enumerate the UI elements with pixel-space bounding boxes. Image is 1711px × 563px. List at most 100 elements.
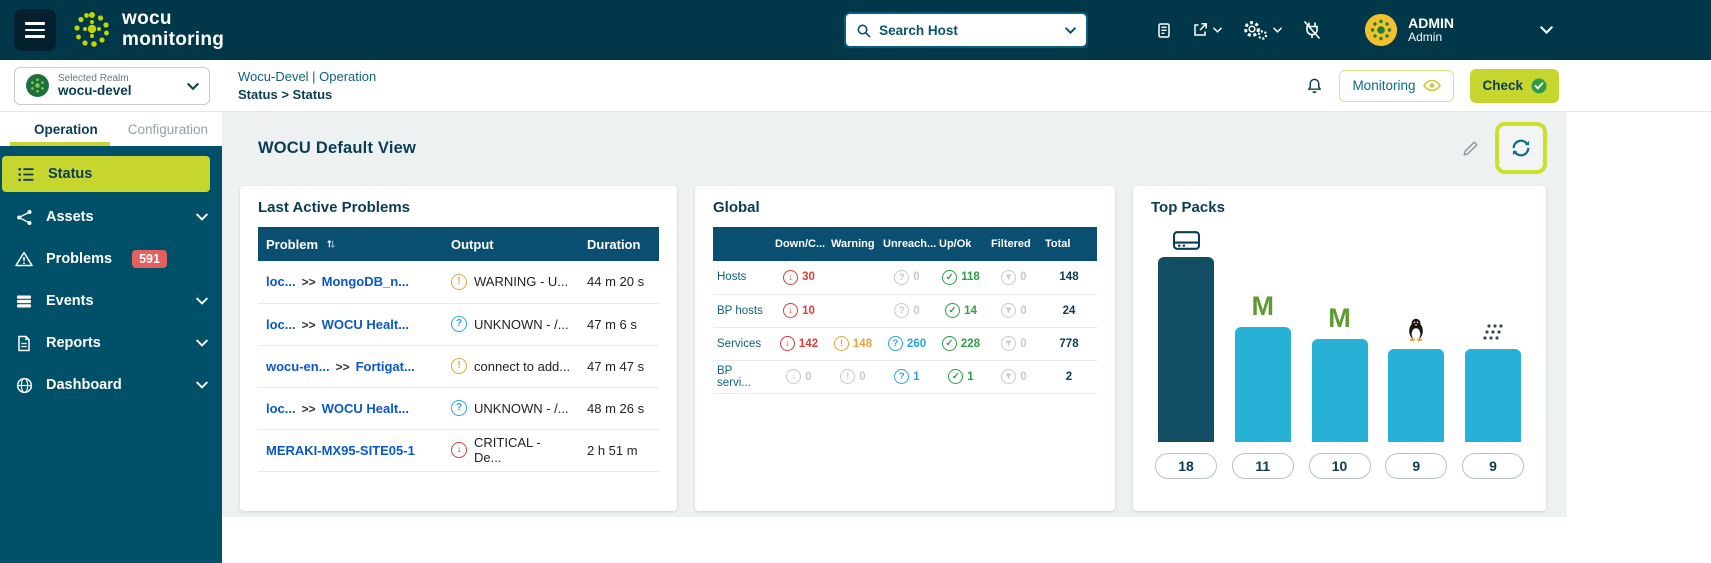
total-value: 778 <box>1041 327 1097 360</box>
down-icon: ↓ <box>783 303 798 318</box>
host-link[interactable]: wocu-en... <box>266 359 330 374</box>
notifications-bell-icon[interactable] <box>1306 77 1323 95</box>
breadcrumb-path: Status > Status <box>238 86 376 104</box>
refresh-icon <box>1510 137 1532 159</box>
sidebar-item-reports[interactable]: Reports <box>0 322 222 364</box>
host-link[interactable]: loc... <box>266 317 296 332</box>
docs-icon[interactable] <box>1156 22 1172 39</box>
pack-column[interactable]: M 10 <box>1311 302 1369 479</box>
column-header-filtered: Filtered <box>987 227 1041 261</box>
chevron-down-icon <box>1213 27 1222 33</box>
wocu-logo-icon <box>72 10 112 50</box>
sort-icon <box>326 238 336 250</box>
pack-bar[interactable] <box>1388 349 1444 442</box>
pack-bar[interactable] <box>1465 349 1521 442</box>
search-icon <box>856 23 871 38</box>
pack-column[interactable]: 9 <box>1464 312 1522 479</box>
host-link[interactable]: loc... <box>266 401 296 416</box>
pack-count-pill[interactable]: 11 <box>1232 453 1294 479</box>
warning-triangle-icon <box>14 251 34 267</box>
check-circle-icon <box>1531 78 1547 94</box>
filter-icon <box>1001 369 1016 384</box>
critical-status-icon: ↓ <box>451 442 467 458</box>
eye-icon <box>1423 79 1441 92</box>
unknown-icon: ? <box>888 336 903 351</box>
chevron-down-icon <box>196 293 208 309</box>
pack-bar[interactable] <box>1312 339 1368 442</box>
sidebar-item-label: Events <box>46 293 94 309</box>
check-button-label: Check <box>1482 78 1523 93</box>
pack-count-pill[interactable]: 18 <box>1155 453 1217 479</box>
pack-column[interactable]: M 11 <box>1234 290 1292 479</box>
output-text: CRITICAL - De... <box>474 435 571 465</box>
column-header-problem[interactable]: Problem <box>258 227 443 261</box>
services-gears-menu[interactable] <box>1242 19 1282 41</box>
chevron-down-icon <box>196 377 208 393</box>
pack-bar[interactable] <box>1158 257 1214 442</box>
sidebar-item-label: Problems <box>46 251 112 267</box>
global-row-hosts: Hosts ↓30 ?0 ✓118 0 148 <box>713 261 1097 294</box>
pack-bar[interactable] <box>1235 327 1291 442</box>
meraki-icon: M <box>1252 290 1275 320</box>
chevron-down-icon[interactable] <box>1065 27 1076 34</box>
output-text: UNKNOWN - /... <box>474 401 569 416</box>
sidebar-item-problems[interactable]: Problems 591 <box>0 238 222 280</box>
service-link[interactable]: MongoDB_n... <box>322 274 409 289</box>
sidebar-item-label: Reports <box>46 335 101 351</box>
edit-view-pencil-icon[interactable] <box>1462 140 1479 157</box>
external-link-icon <box>1192 22 1208 38</box>
warning-icon: ! <box>840 369 855 384</box>
realm-label: Selected Realm <box>58 73 132 84</box>
check-button[interactable]: Check <box>1470 69 1559 103</box>
host-link[interactable]: MERAKI-MX95-SITE05-1 <box>266 443 415 458</box>
card-title: Last Active Problems <box>240 186 677 227</box>
pack-column[interactable]: 9 <box>1387 312 1445 479</box>
pack-column[interactable]: 18 <box>1157 220 1215 479</box>
realm-selector[interactable]: Selected Realm wocu-devel <box>14 67 210 105</box>
sidebar-item-status[interactable]: Status <box>2 156 210 192</box>
dots-grid-icon <box>1483 312 1503 342</box>
service-link[interactable]: Fortigat... <box>356 359 415 374</box>
chevron-down-icon <box>1273 27 1282 33</box>
column-header-empty <box>713 227 771 261</box>
output-text: connect to add... <box>474 359 570 374</box>
sidebar-item-label: Status <box>48 166 92 182</box>
sidebar-item-assets[interactable]: Assets <box>0 196 222 238</box>
search-host-input[interactable] <box>879 23 1057 38</box>
pack-count-pill[interactable]: 9 <box>1385 453 1447 479</box>
user-role: Admin <box>1408 31 1454 45</box>
disconnect-plug-icon[interactable] <box>1302 20 1322 40</box>
duration: 44 m 20 s <box>579 261 659 303</box>
sidebar-item-events[interactable]: Events <box>0 280 222 322</box>
filter-icon <box>1001 336 1016 351</box>
service-link[interactable]: WOCU Healt... <box>322 401 409 416</box>
monitoring-button[interactable]: Monitoring <box>1339 70 1454 102</box>
total-value: 148 <box>1041 261 1097 294</box>
status-list-icon <box>16 167 36 182</box>
sidebar-item-dashboard[interactable]: Dashboard <box>0 364 222 406</box>
external-link-menu[interactable] <box>1192 22 1222 38</box>
user-name: ADMIN <box>1408 15 1454 31</box>
user-menu-chevron-icon[interactable] <box>1540 21 1553 39</box>
dashboard-globe-icon <box>14 377 34 394</box>
pack-count-pill[interactable]: 9 <box>1462 453 1524 479</box>
global-row-bp-services: BP servi... ↓0 !0 ?1 ✓1 0 2 <box>713 360 1097 393</box>
warning-status-icon: ! <box>451 274 467 290</box>
user-menu[interactable]: ADMIN Admin <box>1364 13 1454 47</box>
warning-icon: ! <box>834 336 849 351</box>
ok-icon: ✓ <box>948 369 963 384</box>
host-link[interactable]: loc... <box>266 274 296 289</box>
unknown-icon: ? <box>894 369 909 384</box>
unknown-status-icon: ? <box>451 316 467 332</box>
search-host-combobox[interactable] <box>844 12 1088 48</box>
pack-count-pill[interactable]: 10 <box>1309 453 1371 479</box>
card-title: Global <box>695 186 1115 227</box>
tab-configuration[interactable]: Configuration <box>128 122 208 137</box>
global-table: Down/C... Warning Unreach... Up/Ok Filte… <box>713 227 1097 394</box>
unknown-status-icon: ? <box>451 400 467 416</box>
refresh-view-button[interactable] <box>1495 122 1547 174</box>
tab-operation[interactable]: Operation <box>34 122 98 137</box>
sidebar-item-label: Assets <box>46 209 94 225</box>
service-link[interactable]: WOCU Healt... <box>322 317 409 332</box>
hamburger-menu-button[interactable] <box>14 9 56 51</box>
